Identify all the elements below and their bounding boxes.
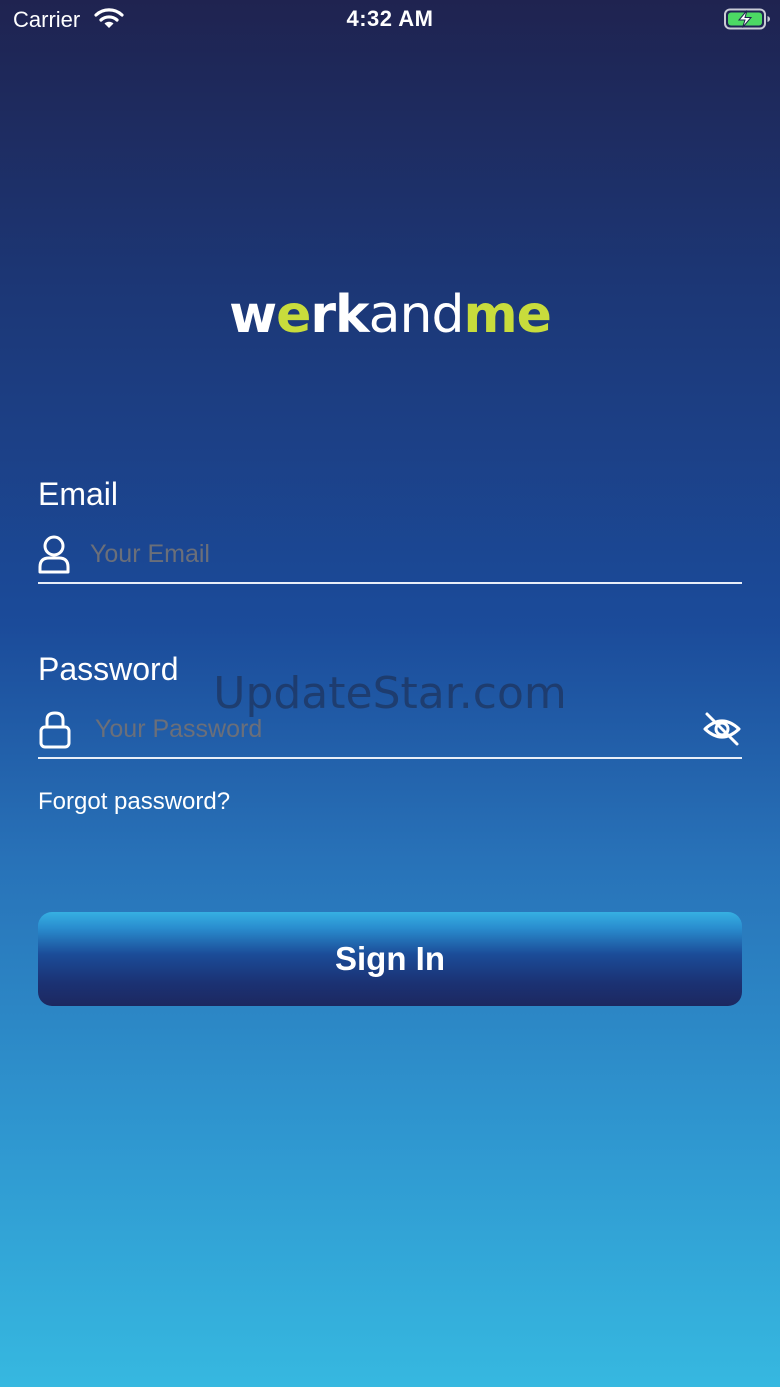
status-bar: Carrier 4:32 AM <box>0 0 780 40</box>
eye-off-icon[interactable] <box>702 709 742 749</box>
battery-charging-icon <box>724 8 770 30</box>
werkandme-logo: werkandme <box>0 280 780 350</box>
logo-part-me: me <box>463 285 551 345</box>
password-label: Password <box>38 651 179 687</box>
lock-icon <box>39 711 71 749</box>
status-time: 4:32 AM <box>346 6 434 31</box>
sign-in-button[interactable]: Sign In <box>38 912 742 1006</box>
logo-part-rk: rk <box>310 285 369 345</box>
login-screen: Carrier 4:32 AM werkandme Email Password <box>0 0 780 1387</box>
logo-part-and: and <box>368 285 465 345</box>
email-input[interactable] <box>90 532 690 576</box>
email-field-row <box>38 530 742 584</box>
password-field-row <box>38 705 742 759</box>
email-label: Email <box>38 476 119 512</box>
logo-part-e: e <box>276 285 311 345</box>
user-icon <box>38 535 70 574</box>
logo-part-w: w <box>229 285 277 345</box>
forgot-password-link[interactable]: Forgot password? <box>38 788 230 816</box>
password-input[interactable] <box>95 707 695 751</box>
